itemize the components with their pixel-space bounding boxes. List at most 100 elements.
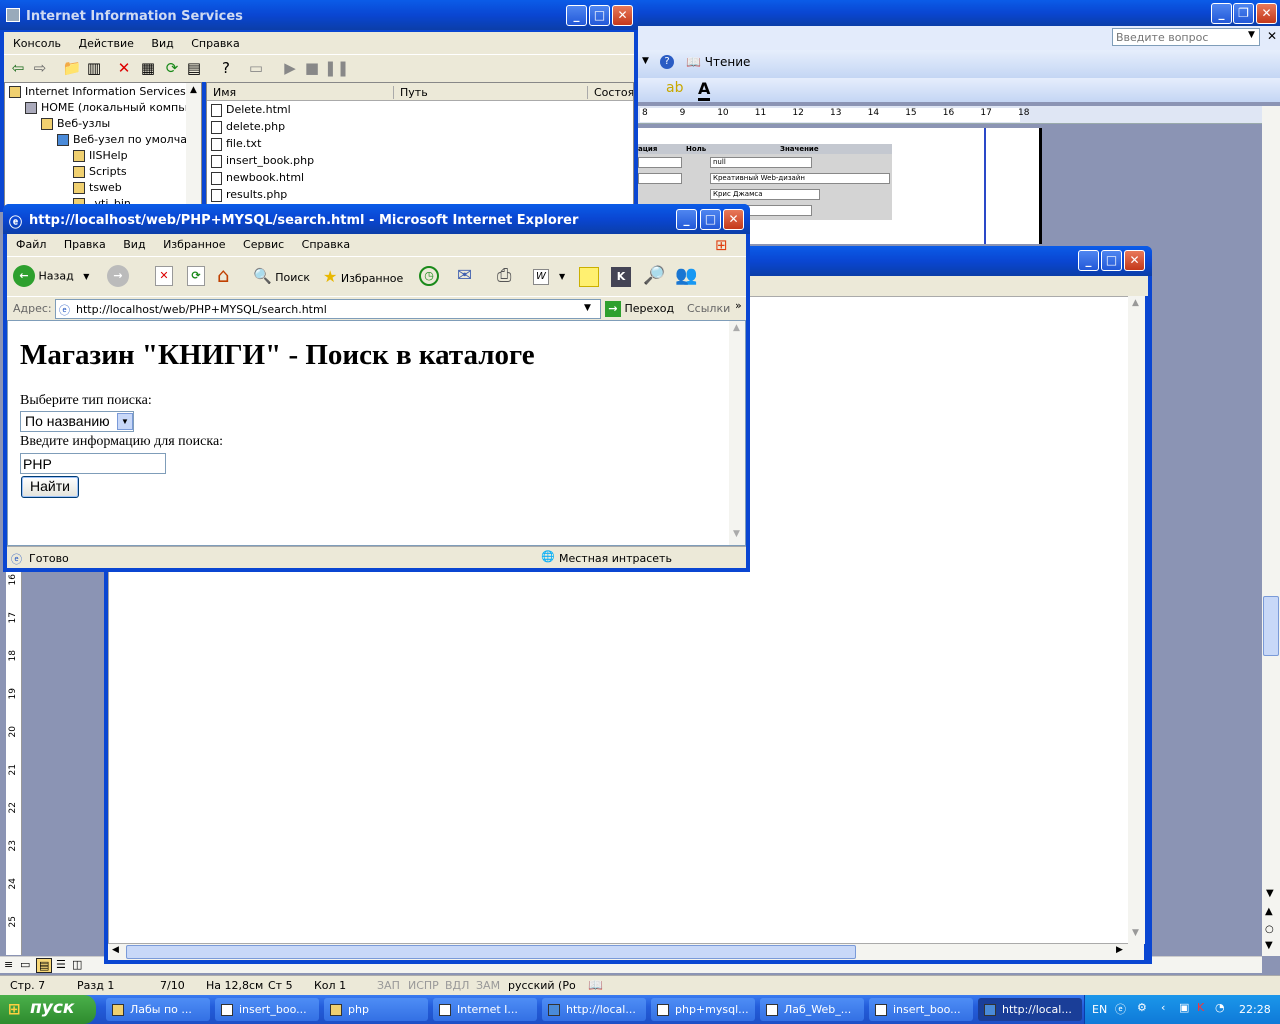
scroll-down-icon[interactable]: ▼ xyxy=(1266,888,1274,899)
export-icon[interactable]: ▤ xyxy=(184,58,204,78)
spelling-status-icon[interactable]: 📖 xyxy=(588,978,603,992)
doc-close-icon[interactable]: ✕ xyxy=(1267,29,1277,43)
favorites-button[interactable]: ★ Избранное xyxy=(323,267,403,286)
forward-arrow-icon[interactable]: → xyxy=(107,265,129,287)
editor-maximize-button[interactable]: □ xyxy=(1101,250,1122,271)
search-type-select[interactable]: По названию ▼ xyxy=(20,411,134,432)
mail-icon[interactable]: ✉ xyxy=(457,265,472,286)
tree-item[interactable]: IISHelp xyxy=(73,149,128,162)
reading-view-icon[interactable]: ◫ xyxy=(72,958,82,971)
ie-menu-tools[interactable]: Сервис xyxy=(243,238,284,251)
refresh-icon[interactable]: ⟳ xyxy=(187,266,205,286)
properties-icon[interactable]: ▦ xyxy=(138,58,158,78)
k-app-icon[interactable]: K xyxy=(611,267,631,287)
messenger-icon[interactable]: 👥 xyxy=(675,265,697,286)
select-dropdown-icon[interactable]: ▼ xyxy=(117,413,133,430)
editor-hscrollbar[interactable]: ◀ ▶ xyxy=(108,944,1144,960)
pause-icon[interactable]: ❚❚ xyxy=(324,58,349,78)
taskbar-item[interactable]: Internet I... xyxy=(433,998,537,1021)
print-view-icon[interactable]: ▤ xyxy=(36,958,53,973)
computer-icon[interactable]: ▭ xyxy=(246,58,266,78)
reading-mode-button[interactable]: 📖 Чтение xyxy=(686,55,750,69)
prev-page-icon[interactable]: ▲ xyxy=(1265,906,1273,917)
refresh-icon[interactable]: ⟳ xyxy=(162,58,182,78)
delete-icon[interactable]: ✕ xyxy=(114,58,134,78)
tree-item[interactable]: HOME (локальный компьют xyxy=(25,101,200,114)
edit-dropdown-icon[interactable]: ▼ xyxy=(559,272,565,281)
show-tree-icon[interactable]: ▥ xyxy=(84,58,104,78)
ie-maximize-button[interactable]: □ xyxy=(700,209,721,230)
iis-menu-view[interactable]: Вид xyxy=(151,37,173,50)
word-vscrollbar[interactable]: ▼ ▲ ○ ▼ xyxy=(1262,106,1280,956)
help-icon[interactable]: ? xyxy=(660,55,674,69)
scroll-right-icon[interactable]: ▶ xyxy=(1116,945,1123,955)
word-minimize-button[interactable]: _ xyxy=(1211,3,1232,24)
file-list-item[interactable]: file.txt xyxy=(211,137,261,151)
editor-minimize-button[interactable]: _ xyxy=(1078,250,1099,271)
column-status[interactable]: Состоян xyxy=(587,86,633,99)
links-button[interactable]: Ссылки xyxy=(687,302,730,315)
ask-dropdown-icon[interactable]: ▼ xyxy=(1248,30,1255,40)
status-ovr[interactable]: ЗАМ xyxy=(476,979,500,992)
ie-menu-edit[interactable]: Правка xyxy=(64,238,106,251)
scroll-up-icon[interactable]: ▲ xyxy=(1132,298,1139,308)
history-icon[interactable]: ◷ xyxy=(419,266,439,286)
status-ext[interactable]: ВДЛ xyxy=(445,979,469,992)
help-icon[interactable]: ? xyxy=(216,58,236,78)
tree-item[interactable]: Веб-узлы xyxy=(41,117,110,130)
tray-icon-2[interactable]: ⚙ xyxy=(1137,1001,1147,1014)
chevron-icon[interactable]: » xyxy=(735,299,742,312)
status-trk[interactable]: ИСПР xyxy=(408,979,439,992)
back-button[interactable]: ← Назад ▼ xyxy=(13,265,89,287)
iis-minimize-button[interactable]: _ xyxy=(566,5,587,26)
address-dropdown-icon[interactable]: ▼ xyxy=(584,303,591,313)
taskbar-item[interactable]: insert_boo... xyxy=(869,998,973,1021)
column-path[interactable]: Путь xyxy=(393,86,428,99)
status-rec[interactable]: ЗАП xyxy=(377,979,400,992)
file-list-item[interactable]: results.php xyxy=(211,188,287,202)
search-button[interactable]: 🔍 Поиск xyxy=(253,267,310,285)
stop-icon[interactable]: ✕ xyxy=(155,266,173,286)
volume-icon[interactable]: ◔ xyxy=(1215,1001,1225,1014)
start-button[interactable]: ⊞ пуск xyxy=(0,995,96,1024)
k-tray-icon[interactable]: K xyxy=(1197,1001,1204,1014)
file-list-item[interactable]: Delete.html xyxy=(211,103,291,117)
tree-item[interactable]: Scripts xyxy=(73,165,127,178)
play-icon[interactable]: ▶ xyxy=(280,58,300,78)
iis-menu-action[interactable]: Действие xyxy=(79,37,134,50)
taskbar-item[interactable]: http://local... xyxy=(542,998,646,1021)
style-dropdown-icon[interactable]: ▼ xyxy=(642,56,649,66)
taskbar-item[interactable]: php xyxy=(324,998,428,1021)
search-input[interactable] xyxy=(20,453,166,474)
normal-view-icon[interactable]: ≡ xyxy=(4,958,13,971)
iis-menu-console[interactable]: Консоль xyxy=(13,37,61,50)
tree-item[interactable]: Internet Information Services xyxy=(9,85,186,98)
ie-menu-view[interactable]: Вид xyxy=(123,238,145,251)
scroll-up-icon[interactable]: ▲ xyxy=(733,323,740,333)
taskbar-item[interactable]: Лаб_Web_... xyxy=(760,998,864,1021)
editor-vscrollbar[interactable]: ▲ ▼ xyxy=(1128,296,1145,944)
tree-item[interactable]: Веб-узел по умолчан xyxy=(57,133,194,146)
back-arrow-icon[interactable]: ⇦ xyxy=(8,58,28,78)
research-icon[interactable]: 🔎 xyxy=(643,265,665,286)
address-field[interactable]: ⓔ http://localhost/web/PHP+MYSQL/search.… xyxy=(55,299,601,319)
font-color-icon[interactable]: A xyxy=(698,79,711,101)
up-folder-icon[interactable]: 📁 xyxy=(62,58,82,78)
browse-object-icon[interactable]: ○ xyxy=(1265,924,1274,935)
outline-view-icon[interactable]: ☰ xyxy=(56,958,66,971)
network-icon[interactable]: ▣ xyxy=(1179,1001,1189,1014)
ie-menu-file[interactable]: Файл xyxy=(16,238,46,251)
back-dropdown-icon[interactable]: ▼ xyxy=(83,272,89,281)
tray-arrow-icon[interactable]: ‹ xyxy=(1161,1001,1165,1014)
column-name[interactable]: Имя xyxy=(213,86,236,99)
tree-scrollbar[interactable]: ▲ xyxy=(186,83,201,211)
find-button[interactable]: Найти xyxy=(21,476,79,498)
next-page-icon[interactable]: ▼ xyxy=(1265,940,1273,951)
ie-close-button[interactable]: ✕ xyxy=(723,209,744,230)
word-close-button[interactable]: ✕ xyxy=(1256,3,1277,24)
editor-close-button[interactable]: ✕ xyxy=(1124,250,1145,271)
ie-menu-help[interactable]: Справка xyxy=(302,238,350,251)
tree-item[interactable]: tsweb xyxy=(73,181,122,194)
web-view-icon[interactable]: ▭ xyxy=(20,958,30,971)
taskbar-item[interactable]: insert_boo... xyxy=(215,998,319,1021)
